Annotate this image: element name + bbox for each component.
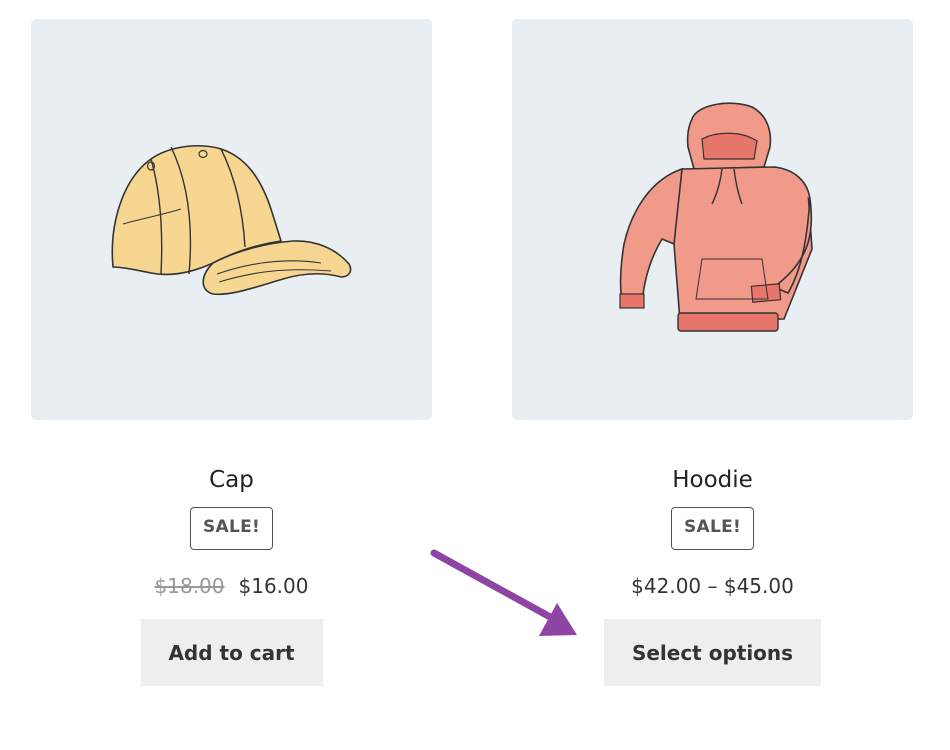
product-image-cap[interactable] [31, 19, 432, 420]
price-new: $16.00 [238, 574, 309, 598]
product-image-hoodie[interactable] [512, 19, 913, 420]
product-card-hoodie: Hoodie SALE! $42.00 – $45.00 Select opti… [512, 19, 913, 686]
sale-badge: SALE! [670, 507, 755, 550]
product-title[interactable]: Hoodie [512, 464, 913, 496]
product-price-range: $42.00 – $45.00 [631, 574, 794, 598]
select-options-button[interactable]: Select options [604, 619, 821, 686]
product-title[interactable]: Cap [31, 464, 432, 496]
cap-icon [111, 145, 352, 296]
sale-badge: SALE! [189, 507, 274, 550]
product-grid: Cap SALE! $18.00 $16.00 Add to cart Hood… [0, 0, 950, 750]
hoodie-icon [619, 102, 813, 332]
product-price: $18.00 $16.00 [31, 572, 432, 600]
price-old: $18.00 [154, 574, 225, 598]
add-to-cart-button[interactable]: Add to cart [140, 619, 323, 686]
product-card-cap: Cap SALE! $18.00 $16.00 Add to cart [31, 19, 432, 686]
